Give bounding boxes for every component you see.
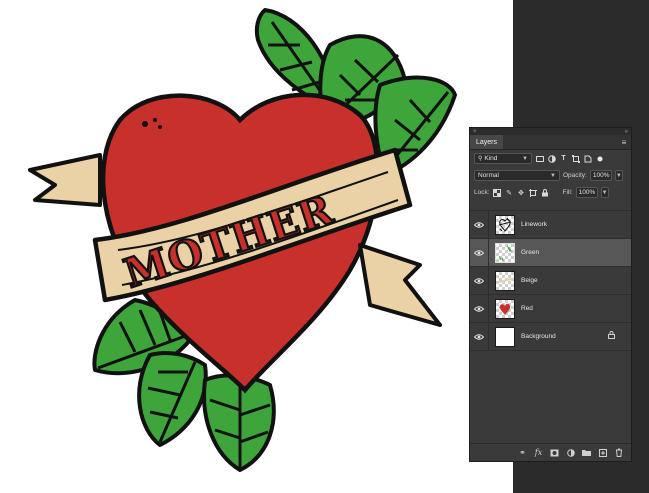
layer-row-green[interactable]: Green	[470, 238, 631, 266]
layers-footer: ⚭ fx	[470, 443, 631, 461]
delete-layer-icon[interactable]	[614, 448, 623, 457]
document-canvas[interactable]: MOTHER	[0, 0, 513, 493]
layer-thumbnail	[495, 270, 515, 291]
add-mask-icon[interactable]	[550, 448, 559, 457]
layer-thumbnail	[495, 298, 515, 319]
eye-icon[interactable]	[470, 211, 489, 238]
chevron-down-icon: ▼	[522, 155, 528, 162]
fill-chevron-icon[interactable]: ▼	[600, 187, 609, 198]
eye-icon[interactable]	[470, 267, 489, 294]
opacity-input[interactable]: 100%	[589, 170, 612, 181]
layer-row-beige[interactable]: Beige	[470, 266, 631, 294]
lock-icon[interactable]	[608, 331, 615, 341]
collapse-panel-icon[interactable]: »	[625, 129, 628, 135]
lock-transparent-pixels-icon[interactable]	[493, 188, 502, 197]
eye-icon[interactable]	[470, 239, 489, 266]
new-layer-icon[interactable]	[598, 448, 607, 457]
tattoo-artwork: MOTHER	[28, 8, 457, 472]
link-layers-icon[interactable]: ⚭	[518, 448, 527, 457]
fill-label: Fill:	[562, 189, 573, 196]
layer-row-linework[interactable]: Linework	[470, 210, 631, 238]
layers-panel: × » Layers ≡ ⚲ Kind ▼ T Normal ▼ Opacity…	[469, 127, 632, 462]
tab-layers[interactable]: Layers	[470, 135, 504, 149]
shape-filter-icon[interactable]	[571, 154, 580, 163]
new-group-icon[interactable]	[582, 448, 591, 457]
lock-position-icon[interactable]: ✥	[517, 188, 526, 197]
layer-name[interactable]: Red	[521, 305, 533, 312]
layer-name[interactable]: Linework	[521, 221, 547, 228]
search-icon: ⚲	[478, 156, 483, 162]
chevron-down-icon: ▼	[550, 172, 556, 179]
adjustment-filter-icon[interactable]	[547, 154, 556, 163]
image-filter-icon[interactable]	[535, 154, 544, 163]
layer-filter-kind-dropdown[interactable]: ⚲ Kind ▼	[474, 153, 532, 164]
layer-name[interactable]: Beige	[521, 277, 538, 284]
eye-icon[interactable]	[470, 323, 489, 350]
layer-row-background[interactable]: Background	[470, 322, 631, 350]
fill-input[interactable]: 100%	[575, 187, 598, 198]
lock-all-icon[interactable]	[541, 188, 550, 197]
blend-mode-dropdown[interactable]: Normal ▼	[474, 170, 560, 181]
layer-thumbnail	[495, 326, 515, 347]
lock-image-pixels-icon[interactable]: ✎	[505, 188, 514, 197]
type-filter-icon[interactable]: T	[559, 154, 568, 163]
close-panel-icon[interactable]: ×	[473, 129, 477, 135]
layer-thumbnail	[495, 214, 515, 235]
layer-name[interactable]: Green	[521, 249, 539, 256]
layer-thumbnail	[495, 242, 515, 263]
adjustment-layer-icon[interactable]	[566, 448, 575, 457]
panel-titlebar[interactable]: × »	[470, 128, 631, 135]
smart-object-filter-icon[interactable]	[583, 154, 592, 163]
lock-label: Lock:	[474, 189, 490, 196]
layer-row-red[interactable]: Red	[470, 294, 631, 322]
lock-artboard-icon[interactable]	[529, 188, 538, 197]
filter-toggle-icon[interactable]	[595, 154, 604, 163]
fx-icon[interactable]: fx	[534, 448, 543, 457]
eye-icon[interactable]	[470, 295, 489, 322]
panel-menu-icon[interactable]: ≡	[617, 135, 631, 149]
layers-list: Linework Green Beige Red Background	[470, 210, 631, 351]
opacity-label: Opacity:	[563, 172, 587, 179]
layer-name[interactable]: Background	[521, 333, 556, 340]
opacity-chevron-icon[interactable]: ▼	[614, 170, 623, 181]
